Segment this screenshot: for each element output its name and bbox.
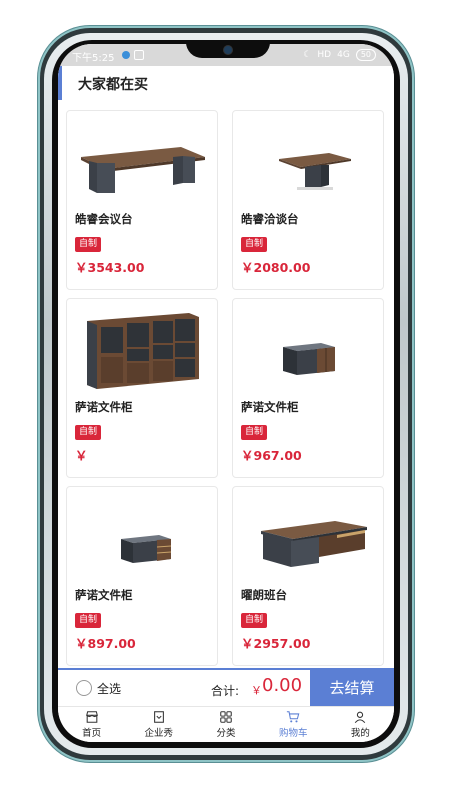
tab-label: 分类 (216, 728, 236, 739)
product-price: ￥2957.00 (241, 636, 311, 651)
section-header: 大家都在买 (58, 66, 394, 100)
signal-label: 4G (337, 50, 350, 60)
section-title: 大家都在买 (78, 77, 148, 93)
bookcase-image (87, 313, 199, 389)
category-icon (220, 711, 232, 723)
product-card[interactable]: 萨诺文件柜 自制 ￥897.00 (66, 486, 218, 666)
total-currency: ￥ (251, 684, 262, 697)
status-indicators: ☾ HD 4G 50 (303, 49, 376, 61)
product-name: 曜朗班台 (241, 588, 287, 602)
status-time: 下午5:25 (72, 53, 115, 64)
showcase-icon (153, 711, 164, 723)
product-name: 皓睿会议台 (75, 212, 133, 226)
select-all-checkbox[interactable] (76, 680, 92, 696)
app-screen: 下午5:25 ☾ HD 4G 50 大家都在买 皓睿会议台 自制 ￥3543.0… (58, 44, 394, 742)
mobile-cabinet-image (121, 535, 172, 563)
tab-category[interactable]: 分类 (192, 707, 259, 742)
tab-label: 我的 (350, 728, 370, 739)
moon-icon: ☾ (303, 50, 312, 60)
product-card[interactable]: 皓睿洽谈台 自制 ￥2080.00 (232, 110, 384, 290)
product-tag: 自制 (75, 613, 102, 628)
battery-icon: 50 (355, 49, 376, 61)
home-icon (85, 711, 98, 723)
product-price: ￥3543.00 (75, 260, 145, 275)
low-cabinet-image (283, 343, 335, 375)
executive-desk-image (261, 521, 367, 567)
product-tag: 自制 (75, 237, 102, 252)
product-tag: 自制 (241, 425, 268, 440)
product-tag: 自制 (241, 613, 268, 628)
product-price: ￥ (75, 448, 88, 463)
bottom-tab-bar: 首页 企业秀 分类 购物车 我的 (58, 706, 394, 742)
product-name: 萨诺文件柜 (75, 588, 133, 602)
app-notification-icon (122, 51, 130, 59)
tab-profile[interactable]: 我的 (327, 707, 394, 742)
checkout-bar: 全选 合计: ￥ 0.00 去结算 (58, 668, 394, 706)
notification-box-icon (134, 50, 144, 60)
product-price: ￥967.00 (241, 448, 302, 463)
tab-home[interactable]: 首页 (58, 707, 125, 742)
front-camera (224, 46, 232, 54)
meeting-table-image (279, 153, 351, 190)
conference-table-image (81, 147, 205, 193)
product-name: 皓睿洽谈台 (241, 212, 299, 226)
checkout-button[interactable]: 去结算 (310, 670, 394, 706)
product-tag: 自制 (75, 425, 102, 440)
product-name: 萨诺文件柜 (241, 400, 299, 414)
product-card[interactable]: 萨诺文件柜 自制 ￥967.00 (232, 298, 384, 478)
tab-label: 企业秀 (144, 728, 174, 739)
product-card[interactable]: 曜朗班台 自制 ￥2957.00 (232, 486, 384, 666)
cart-icon (287, 711, 300, 723)
product-card[interactable]: 萨诺文件柜 自制 ￥ (66, 298, 218, 478)
tab-cart[interactable]: 购物车 (260, 707, 327, 742)
total-amount: 0.00 (262, 675, 303, 696)
total-label: 合计: (211, 684, 240, 698)
tab-label: 首页 (82, 728, 102, 739)
user-icon (355, 711, 366, 724)
network-hd: HD (317, 50, 332, 60)
tab-showcase[interactable]: 企业秀 (125, 707, 192, 742)
product-name: 萨诺文件柜 (75, 400, 133, 414)
tab-label: 购物车 (278, 728, 308, 739)
product-price: ￥897.00 (75, 636, 136, 651)
product-tag: 自制 (241, 237, 268, 252)
select-all-label[interactable]: 全选 (97, 680, 121, 697)
product-price: ￥2080.00 (241, 260, 311, 275)
product-card[interactable]: 皓睿会议台 自制 ￥3543.00 (66, 110, 218, 290)
